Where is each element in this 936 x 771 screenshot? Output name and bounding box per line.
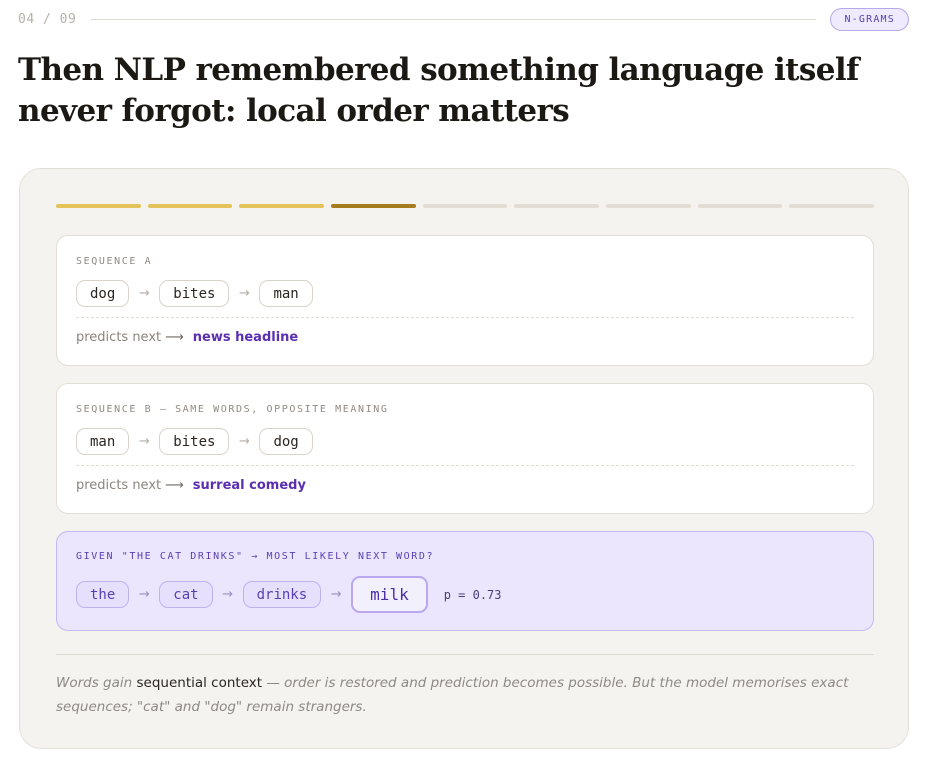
right-arrow-icon: → — [138, 434, 150, 449]
progress-segment-3 — [239, 204, 325, 208]
sequence-a-tokens: dog → bites → man — [76, 280, 313, 307]
progress-segment-5 — [422, 204, 508, 208]
token: dog — [76, 280, 130, 307]
progress-segment-8 — [697, 204, 783, 208]
slide-counter: 04 / 09 — [18, 12, 77, 27]
predicted-outcome: news headline — [192, 330, 299, 345]
sequence-b-tokens: man → bites → dog — [76, 428, 313, 455]
caption-emphasis: sequential context — [136, 675, 263, 691]
right-arrow-icon: → — [239, 286, 250, 301]
right-arrow-icon: ⟶ — [165, 478, 184, 493]
predicted-token: milk — [351, 576, 428, 613]
token: the — [76, 581, 130, 608]
slide-panel: SEQUENCE A dog → bites → man predicts ne… — [19, 168, 909, 749]
progress-segment-4 — [331, 204, 416, 208]
token: drinks — [242, 581, 322, 608]
sequence-a-label: SEQUENCE A — [76, 256, 153, 267]
right-arrow-icon: → — [138, 286, 150, 301]
sequence-b-card: SEQUENCE B — SAME WORDS, OPPOSITE MEANIN… — [56, 383, 874, 514]
card-divider — [76, 317, 854, 318]
token: bites — [159, 428, 230, 455]
token: dog — [259, 428, 313, 455]
progress-segment-2 — [147, 204, 233, 208]
topic-tag: N-GRAMS — [830, 8, 909, 31]
sequence-b-label: SEQUENCE B — SAME WORDS, OPPOSITE MEANIN… — [76, 404, 389, 415]
right-arrow-icon: → — [138, 587, 150, 602]
predicted-outcome: surreal comedy — [192, 478, 306, 493]
caption-lead: Words gain — [56, 675, 137, 691]
right-arrow-icon: ⟶ — [165, 330, 184, 345]
page-title: Then NLP remembered something language i… — [18, 52, 859, 129]
progress-bar — [56, 204, 875, 208]
probability-value: p = 0.73 — [443, 587, 502, 602]
caption: Words gain sequential context — order is… — [56, 671, 856, 719]
token: man — [76, 428, 130, 455]
progress-segment-6 — [514, 204, 600, 208]
prediction-question: GIVEN "THE CAT DRINKS" → MOST LIKELY NEX… — [76, 551, 435, 562]
token: man — [259, 280, 313, 307]
card-divider — [76, 465, 854, 466]
predicts-label: predicts next — [76, 478, 162, 493]
sequence-a-card: SEQUENCE A dog → bites → man predicts ne… — [56, 235, 874, 366]
token: bites — [159, 280, 230, 307]
sequence-a-prediction: predicts next ⟶ news headline — [76, 330, 298, 345]
right-arrow-icon: → — [222, 587, 234, 602]
header-divider — [91, 19, 817, 20]
top-bar: 04 / 09 N-GRAMS — [18, 8, 909, 31]
prediction-tokens: the → cat → drinks → milk p = 0.73 — [76, 576, 502, 613]
progress-segment-7 — [606, 204, 691, 208]
predicts-label: predicts next — [76, 330, 162, 345]
progress-segment-9 — [789, 204, 875, 208]
progress-segment-1 — [56, 204, 141, 208]
caption-divider — [56, 654, 874, 655]
right-arrow-icon: → — [239, 434, 250, 449]
next-word-prediction-card: GIVEN "THE CAT DRINKS" → MOST LIKELY NEX… — [56, 531, 874, 631]
token: cat — [159, 581, 213, 608]
sequence-b-prediction: predicts next ⟶ surreal comedy — [76, 478, 306, 493]
right-arrow-icon: → — [330, 587, 342, 602]
